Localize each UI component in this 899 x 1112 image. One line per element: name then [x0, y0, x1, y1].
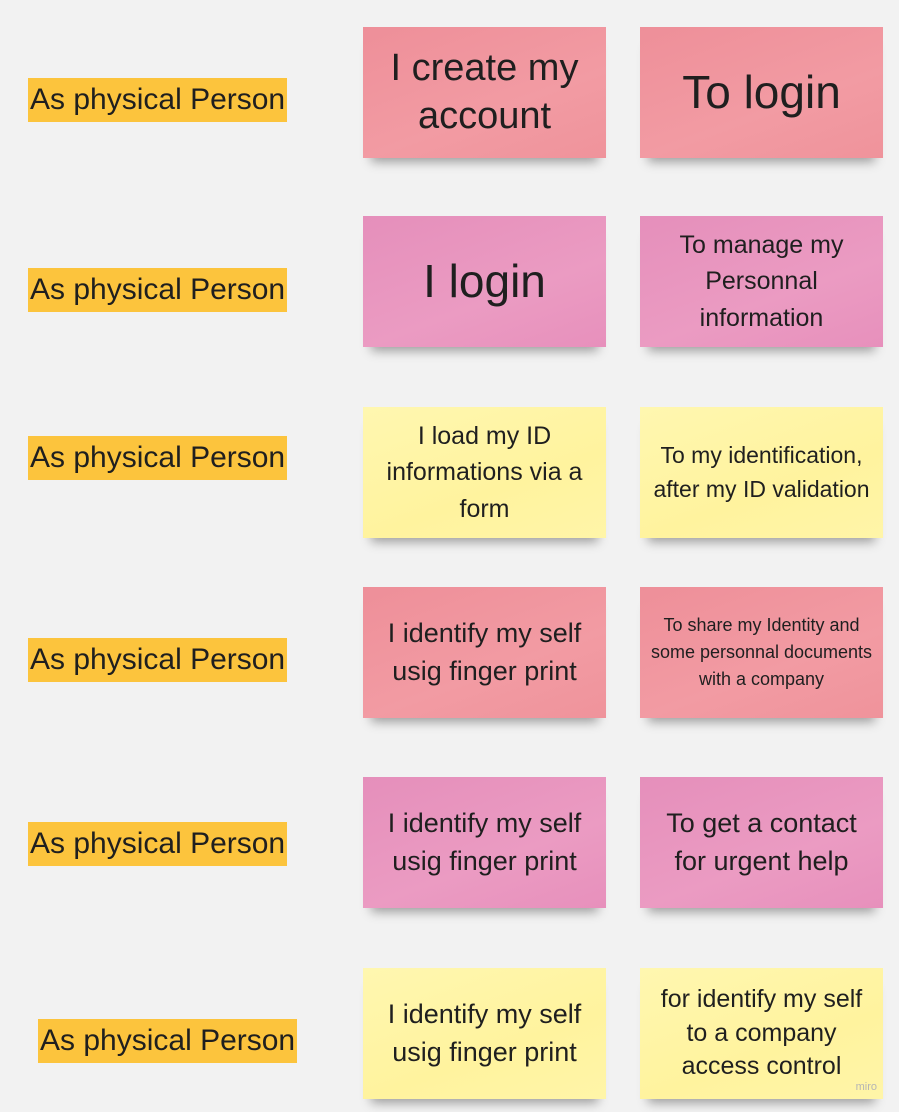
- note-text: I identify my self usig finger print: [387, 617, 582, 686]
- sticky-note-goal[interactable]: To manage my Personnal information: [640, 216, 883, 347]
- persona-label[interactable]: As physical Person: [28, 78, 288, 122]
- note-text: To login: [682, 65, 841, 118]
- sticky-note-action[interactable]: I load my ID informations via a form: [363, 407, 606, 538]
- note-text: I identify my self usig finger print: [387, 807, 582, 876]
- sticky-note-goal[interactable]: To login: [640, 27, 883, 158]
- sticky-note-goal[interactable]: To get a contact for urgent help: [640, 777, 883, 908]
- miro-watermark: miro: [855, 1081, 877, 1094]
- persona-label[interactable]: As physical Person: [28, 638, 288, 682]
- note-text: To my identification, after my ID valida…: [653, 442, 870, 502]
- sticky-note-action[interactable]: I create my account: [363, 27, 606, 158]
- note-text: I create my account: [390, 47, 579, 137]
- persona-label[interactable]: As physical Person: [28, 268, 288, 312]
- sticky-note-goal[interactable]: To my identification, after my ID valida…: [640, 407, 883, 538]
- persona-label[interactable]: As physical Person: [28, 436, 288, 480]
- persona-label[interactable]: As physical Person: [28, 822, 288, 866]
- note-text: for identify my self to a company access…: [660, 984, 863, 1081]
- sticky-note-goal[interactable]: To share my Identity and some personnal …: [640, 587, 883, 718]
- note-text: I identify my self usig finger print: [387, 998, 582, 1067]
- sticky-note-action[interactable]: I identify my self usig finger print: [363, 968, 606, 1099]
- sticky-note-action[interactable]: I identify my self usig finger print: [363, 587, 606, 718]
- persona-label[interactable]: As physical Person: [38, 1019, 298, 1063]
- note-text: I login: [423, 254, 546, 307]
- sticky-note-action[interactable]: I login: [363, 216, 606, 347]
- note-text: To manage my Personnal information: [679, 231, 844, 332]
- note-text: To share my Identity and some personnal …: [650, 615, 873, 689]
- sticky-note-goal[interactable]: for identify my self to a company access…: [640, 968, 883, 1099]
- note-text: To get a contact for urgent help: [666, 807, 857, 876]
- note-text: I load my ID informations via a form: [386, 422, 583, 523]
- sticky-note-action[interactable]: I identify my self usig finger print: [363, 777, 606, 908]
